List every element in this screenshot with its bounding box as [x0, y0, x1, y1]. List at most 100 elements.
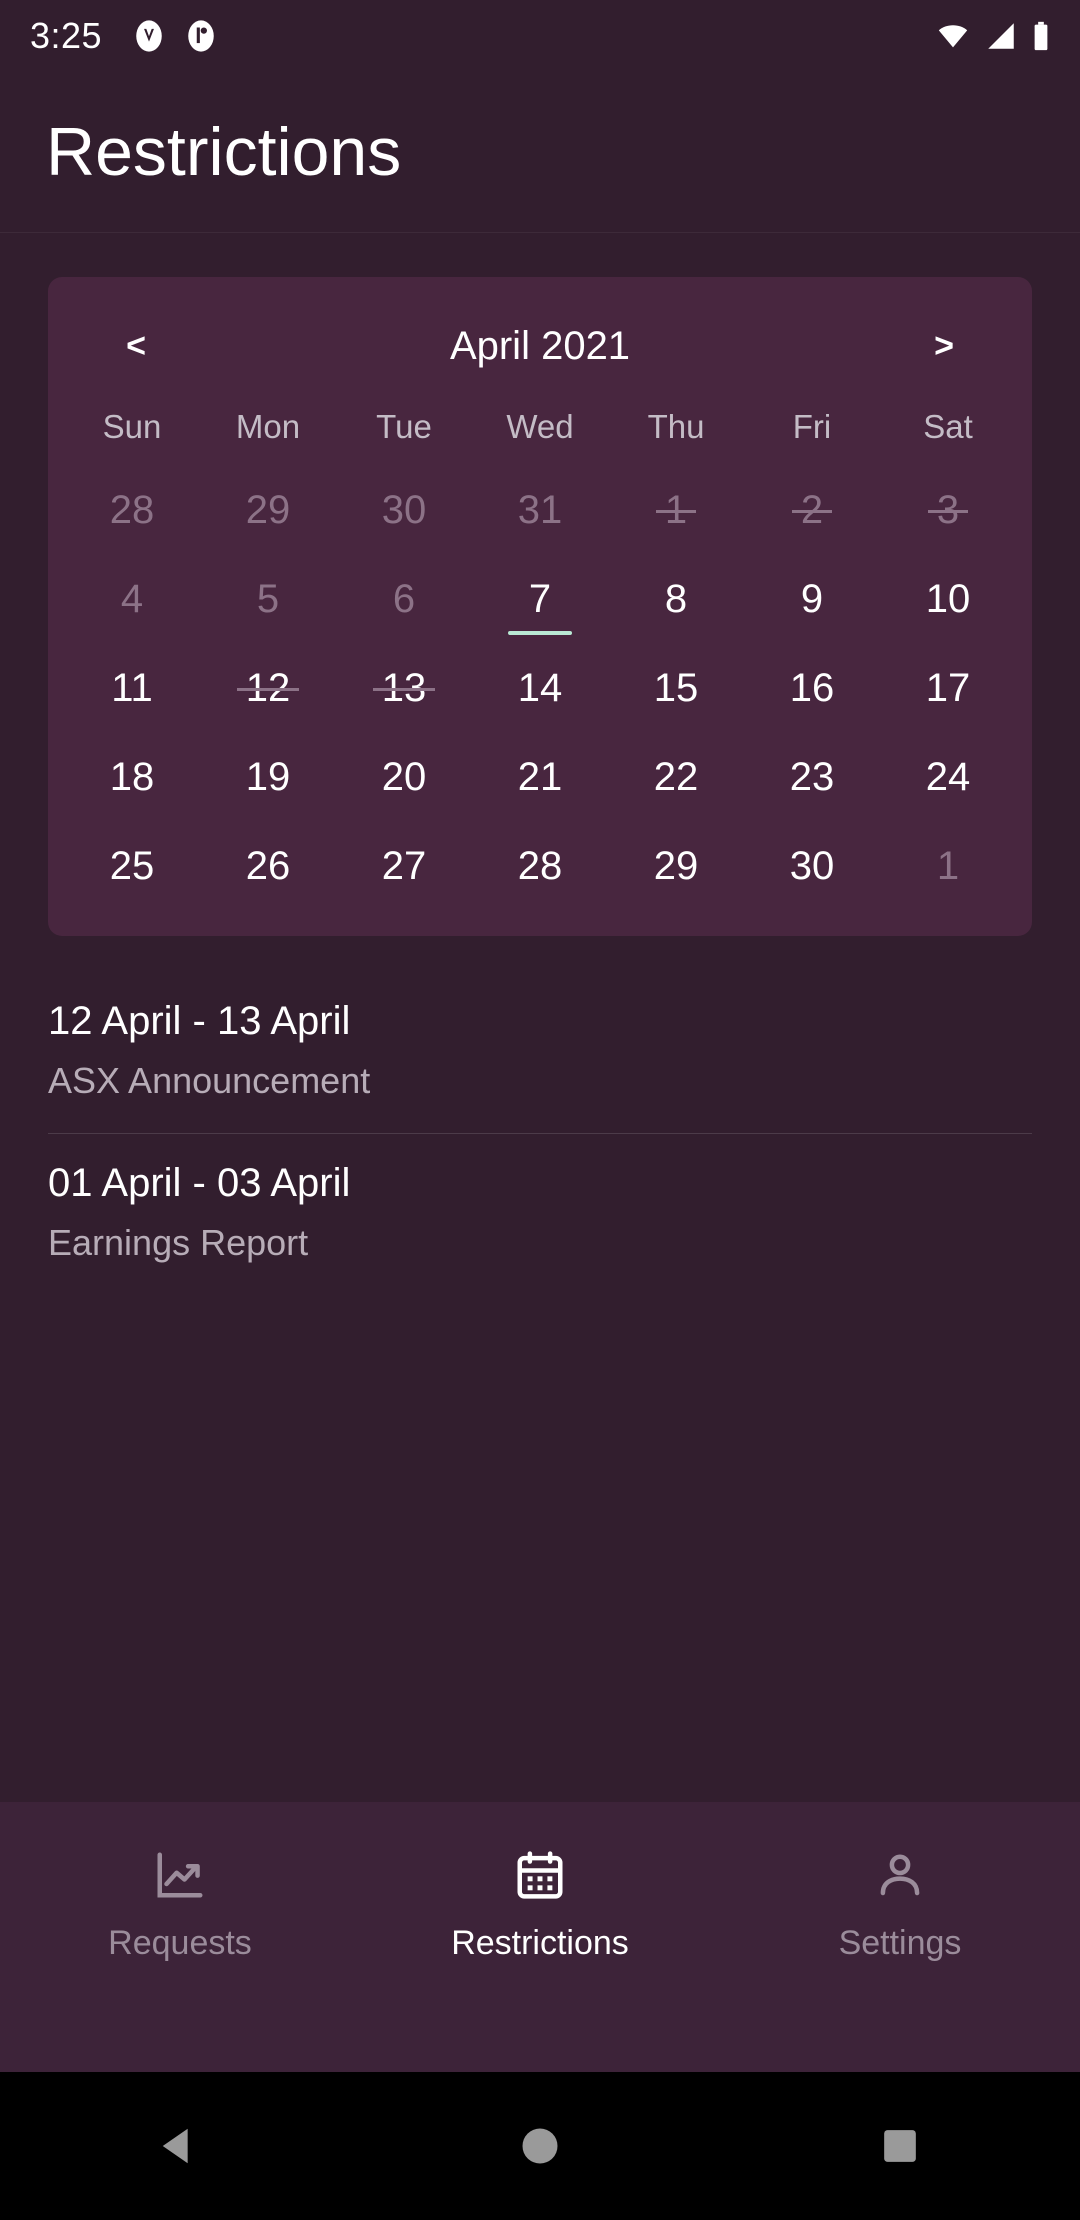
calendar-day-number: 10	[925, 576, 971, 621]
calendar-day-cell[interactable]: 13	[336, 643, 472, 732]
restriction-reason: Earnings Report	[48, 1221, 309, 1263]
calendar-day-number: 14	[517, 665, 563, 710]
calendar-day-cell[interactable]: 27	[336, 821, 472, 910]
bottom-nav-item-restrictions[interactable]: Restrictions	[360, 1848, 720, 1963]
system-back-button[interactable]	[0, 2123, 360, 2169]
status-bar: 3:25	[0, 0, 1080, 72]
calendar-weekday-label: Tue	[376, 408, 432, 445]
calendar-day-past: 6	[336, 554, 472, 643]
calendar-day-cell[interactable]: 20	[336, 732, 472, 821]
calendar-day-cell[interactable]: 22	[608, 732, 744, 821]
bottom-nav-label: Requests	[108, 1924, 252, 1962]
calendar-day-past: 4	[64, 554, 200, 643]
app-badge-icon-2	[188, 20, 214, 52]
system-home-button[interactable]	[360, 2125, 720, 2167]
calendar-day-cell[interactable]: 29	[608, 821, 744, 910]
calendar-day-cell[interactable]: 4	[64, 554, 200, 643]
bottom-navigation: Requests Restrictions Settings	[0, 1802, 1080, 2072]
restriction-list-item[interactable]: 01 April - 03 April Earnings Report	[48, 1134, 1032, 1281]
calendar-day-normal: 20	[336, 732, 472, 821]
calendar-week-row: 25 26 27 28 29 30 1	[64, 821, 1016, 910]
calendar-day-cell[interactable]: 30	[744, 821, 880, 910]
calendar-day-number: 4	[120, 576, 144, 621]
bottom-nav-item-requests[interactable]: Requests	[0, 1848, 360, 1963]
restriction-list-item[interactable]: 12 April - 13 April ASX Announcement	[48, 972, 1032, 1119]
calendar-day-past-restricted: 3	[880, 465, 1016, 554]
calendar-weekday-label: Fri	[792, 408, 832, 445]
calendar-weekday-cell: Mon	[200, 389, 336, 465]
prev-month-button[interactable]: <	[106, 329, 166, 363]
calendar-day-cell[interactable]: 17	[880, 643, 1016, 732]
calendar-day-normal: 23	[744, 732, 880, 821]
recents-square-icon	[884, 2130, 916, 2162]
calendar-day-cell[interactable]: 9	[744, 554, 880, 643]
calendar-day-number: 22	[653, 754, 699, 799]
calendar-weekday-label: Thu	[647, 408, 705, 445]
calendar-day-cell[interactable]: 15	[608, 643, 744, 732]
system-recents-button[interactable]	[720, 2126, 1080, 2166]
calendar-day-past-restricted: 2	[744, 465, 880, 554]
calendar-day-normal: 21	[472, 732, 608, 821]
next-month-button[interactable]: >	[914, 329, 974, 363]
calendar-day-cell[interactable]: 12	[200, 643, 336, 732]
calendar-day-number: 16	[789, 665, 835, 710]
calendar-day-cell[interactable]: 7	[472, 554, 608, 643]
calendar-day-cell[interactable]: 1	[608, 465, 744, 554]
calendar-day-number: 31	[517, 487, 563, 532]
app-badge-icon	[136, 20, 162, 52]
calendar-day-cell[interactable]: 21	[472, 732, 608, 821]
calendar-day-past: 5	[200, 554, 336, 643]
calendar-day-cell[interactable]: 18	[64, 732, 200, 821]
chart-line-up-icon-wrapper	[153, 1848, 207, 1902]
calendar-day-cell[interactable]: 6	[336, 554, 472, 643]
chart-line-up-icon	[157, 1852, 203, 1898]
calendar-weekday-row: Sun Mon Tue Wed Thu Fri Sat	[64, 389, 1016, 465]
calendar-day-cell[interactable]: 16	[744, 643, 880, 732]
calendar-weekday-label: Mon	[235, 408, 301, 445]
bottom-nav-item-settings[interactable]: Settings	[720, 1848, 1080, 1963]
home-circle-icon	[522, 2128, 558, 2164]
calendar-day-cell[interactable]: 19	[200, 732, 336, 821]
person-icon-wrapper	[873, 1848, 927, 1902]
calendar-day-cell[interactable]: 10	[880, 554, 1016, 643]
calendar-day-cell[interactable]: 2	[744, 465, 880, 554]
calendar-day-cell[interactable]: 26	[200, 821, 336, 910]
calendar-day-normal: 27	[336, 821, 472, 910]
calendar-day-cell[interactable]: 31	[472, 465, 608, 554]
calendar-day-cell[interactable]: 8	[608, 554, 744, 643]
calendar-day-cell[interactable]: 5	[200, 554, 336, 643]
notification-icons	[132, 19, 218, 53]
calendar-day-number: 6	[392, 576, 416, 621]
calendar-day-cell[interactable]: 25	[64, 821, 200, 910]
calendar-day-number: 29	[245, 487, 291, 532]
calendar-day-other-month: 30	[336, 465, 472, 554]
calendar-day-normal: 19	[200, 732, 336, 821]
calendar-day-cell[interactable]: 28	[64, 465, 200, 554]
calendar-day-cell[interactable]: 23	[744, 732, 880, 821]
calendar-day-cell[interactable]: 11	[64, 643, 200, 732]
calendar-day-normal: 29	[608, 821, 744, 910]
calendar-day-cell[interactable]: 3	[880, 465, 1016, 554]
calendar-grid: Sun Mon Tue Wed Thu Fri Sat 28 29 30 31 1 2 3 4 5 6 7 8 9 1…	[64, 389, 1016, 910]
calendar-day-number: 15	[653, 665, 699, 710]
calendar-day-cell[interactable]: 28	[472, 821, 608, 910]
calendar-day-restricted: 12	[200, 643, 336, 732]
calendar-day-cell[interactable]: 14	[472, 643, 608, 732]
calendar-day-number: 23	[789, 754, 835, 799]
calendar-day-number: 19	[245, 754, 291, 799]
app-bar: Restrictions	[0, 72, 1080, 232]
restriction-date-range: 12 April - 13 April	[48, 999, 351, 1043]
calendar-day-normal: 10	[880, 554, 1016, 643]
status-bar-clock: 3:25	[30, 15, 103, 56]
restriction-reason: ASX Announcement	[48, 1060, 371, 1101]
calendar-day-cell[interactable]: 24	[880, 732, 1016, 821]
calendar-day-cell[interactable]: 1	[880, 821, 1016, 910]
calendar-day-number: 2	[791, 487, 833, 532]
calendar-weekday-label: Sat	[923, 408, 973, 445]
calendar-day-cell[interactable]: 29	[200, 465, 336, 554]
calendar-day-number: 11	[111, 665, 153, 710]
calendar-day-cell[interactable]: 30	[336, 465, 472, 554]
calendar-day-number: 17	[925, 665, 971, 710]
calendar-day-normal: 24	[880, 732, 1016, 821]
calendar-week-row: 11 12 13 14 15 16 17	[64, 643, 1016, 732]
